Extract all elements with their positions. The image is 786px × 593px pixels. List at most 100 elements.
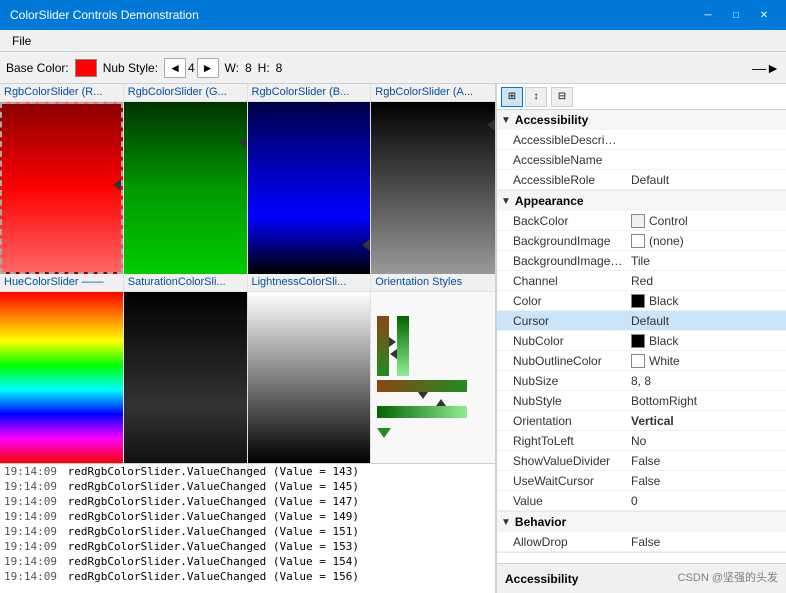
behavior-section-header[interactable]: ▼ Behavior [497, 512, 786, 532]
title-bar: ColorSlider Controls Demonstration ─ □ ✕ [0, 0, 786, 30]
lightness-slider-header[interactable]: LightnessColorSli... [248, 274, 371, 292]
cursor-value: Default [627, 312, 786, 330]
orient-v-bar-1[interactable] [377, 316, 389, 376]
base-color-label: Base Color: [6, 61, 69, 75]
cursor-row[interactable]: Cursor Default [497, 311, 786, 331]
backcolor-value: Control [627, 212, 786, 230]
value-name: Value [497, 492, 627, 510]
orientation-value: Vertical [627, 412, 786, 430]
bgimglayout-row[interactable]: BackgroundImageLayc Tile [497, 251, 786, 271]
nubsize-name: NubSize [497, 372, 627, 390]
base-color-swatch[interactable] [75, 59, 97, 77]
blue-slider-canvas[interactable] [248, 102, 371, 274]
left-panel: RgbColorSlider (R... RgbColorSlider (G..… [0, 84, 496, 593]
log-entry: 19:14:09 redRgbColorSlider.ValueChanged … [0, 524, 495, 539]
righttoleft-value: No [627, 432, 786, 450]
nub-style-left-arrow[interactable]: ◄ [164, 58, 186, 78]
orientation-row[interactable]: Orientation Vertical [497, 411, 786, 431]
orient-h-bar-1[interactable] [377, 380, 467, 392]
hue-slider-header[interactable]: HueColorSlider —— [0, 274, 123, 292]
showvaluedivider-row[interactable]: ShowValueDivider False [497, 451, 786, 471]
channel-row[interactable]: Channel Red [497, 271, 786, 291]
props-categorized-btn[interactable]: ⊞ [501, 87, 523, 107]
backcolor-row[interactable]: BackColor Control [497, 211, 786, 231]
backgroundimage-row[interactable]: BackgroundImage (none) [497, 231, 786, 251]
red-slider-canvas[interactable] [0, 102, 123, 274]
nubsize-row[interactable]: NubSize 8, 8 [497, 371, 786, 391]
orient-h-bar-2[interactable] [377, 406, 467, 418]
nuboutlinecolor-name: NubOutlineColor [497, 352, 627, 370]
orientation-header[interactable]: Orientation Styles [371, 274, 495, 292]
nuboutlinecolor-row[interactable]: NubOutlineColor White [497, 351, 786, 371]
accessible-description-name: AccessibleDescription [497, 131, 627, 149]
nubstyle-row[interactable]: NubStyle BottomRight [497, 391, 786, 411]
accessibility-section-label: Accessibility [515, 113, 588, 127]
orient-v-bar-2[interactable] [397, 316, 409, 376]
hue-slider-col: HueColorSlider —— [0, 274, 124, 464]
blue-slider-header[interactable]: RgbColorSlider (B... [248, 84, 371, 102]
green-slider-header[interactable]: RgbColorSlider (G... [124, 84, 247, 102]
props-footer-label: Accessibility [505, 572, 578, 586]
log-area[interactable]: 19:14:09 redRgbColorSlider.ValueChanged … [0, 463, 495, 593]
lightness-slider-canvas[interactable] [248, 292, 371, 464]
appearance-collapse-icon: ▼ [501, 196, 511, 207]
minimize-button[interactable]: ─ [696, 6, 720, 24]
orient-nub-indicator [377, 428, 489, 438]
usewaitcursor-name: UseWaitCursor [497, 472, 627, 490]
reset-icon[interactable]: —► [752, 60, 780, 76]
accessible-name-name: AccessibleName [497, 151, 627, 169]
accessibility-section-header[interactable]: ▼ Accessibility [497, 110, 786, 130]
alpha-slider-header[interactable]: RgbColorSlider (A... [371, 84, 495, 102]
props-tree[interactable]: ▼ Accessibility AccessibleDescription Ac… [497, 110, 786, 563]
nub-style-right-arrow[interactable]: ► [197, 58, 219, 78]
backgroundimage-name: BackgroundImage [497, 232, 627, 250]
saturation-slider-header[interactable]: SaturationColorSli... [124, 274, 247, 292]
color-swatch [631, 294, 645, 308]
channel-value: Red [627, 272, 786, 290]
accessible-role-value: Default [627, 171, 786, 189]
log-entry: 19:14:09 redRgbColorSlider.ValueChanged … [0, 554, 495, 569]
lightness-slider-col: LightnessColorSli... [248, 274, 372, 464]
props-alphabetical-btn[interactable]: ↕ [525, 87, 547, 107]
allowdrop-row[interactable]: AllowDrop False [497, 532, 786, 552]
green-slider-col: RgbColorSlider (G... [124, 84, 248, 274]
usewaitcursor-row[interactable]: UseWaitCursor False [497, 471, 786, 491]
orientation-name: Orientation [497, 412, 627, 430]
hue-slider-canvas[interactable] [0, 292, 123, 464]
log-entry: 19:14:09 redRgbColorSlider.ValueChanged … [0, 509, 495, 524]
nubcolor-row[interactable]: NubColor Black [497, 331, 786, 351]
righttoleft-row[interactable]: RightToLeft No [497, 431, 786, 451]
righttoleft-name: RightToLeft [497, 432, 627, 450]
appearance-section-header[interactable]: ▼ Appearance [497, 191, 786, 211]
accessible-name-row[interactable]: AccessibleName [497, 150, 786, 170]
alpha-slider-canvas[interactable] [371, 102, 495, 274]
orientation-canvas[interactable] [371, 292, 495, 464]
nubsize-value: 8, 8 [627, 372, 786, 390]
color-row[interactable]: Color Black [497, 291, 786, 311]
bgimglayout-name: BackgroundImageLayc [497, 252, 627, 270]
log-entry: 19:14:09 redRgbColorSlider.ValueChanged … [0, 494, 495, 509]
nub-style-label: Nub Style: [103, 61, 158, 75]
main-content: RgbColorSlider (R... RgbColorSlider (G..… [0, 84, 786, 593]
saturation-slider-canvas[interactable] [124, 292, 247, 464]
red-slider-header[interactable]: RgbColorSlider (R... [0, 84, 123, 102]
value-row[interactable]: Value 0 [497, 491, 786, 511]
backgroundimage-swatch [631, 234, 645, 248]
w-label: W: [225, 61, 239, 75]
accessible-name-value [627, 158, 786, 162]
slider-row-2: HueColorSlider —— SaturationColorSli... … [0, 274, 495, 464]
props-toolbar: ⊞ ↕ ⊟ [497, 84, 786, 110]
showvaluedivider-value: False [627, 452, 786, 470]
maximize-button[interactable]: □ [724, 6, 748, 24]
accessible-description-row[interactable]: AccessibleDescription [497, 130, 786, 150]
sliders-area: RgbColorSlider (R... RgbColorSlider (G..… [0, 84, 495, 463]
channel-name: Channel [497, 272, 627, 290]
accessible-role-row[interactable]: AccessibleRole Default [497, 170, 786, 190]
alpha-slider-col: RgbColorSlider (A... [371, 84, 495, 274]
props-pages-btn[interactable]: ⊟ [551, 87, 573, 107]
green-slider-canvas[interactable] [124, 102, 247, 274]
file-menu[interactable]: File [4, 32, 39, 50]
close-button[interactable]: ✕ [752, 6, 776, 24]
showvaluedivider-name: ShowValueDivider [497, 452, 627, 470]
backcolor-name: BackColor [497, 212, 627, 230]
